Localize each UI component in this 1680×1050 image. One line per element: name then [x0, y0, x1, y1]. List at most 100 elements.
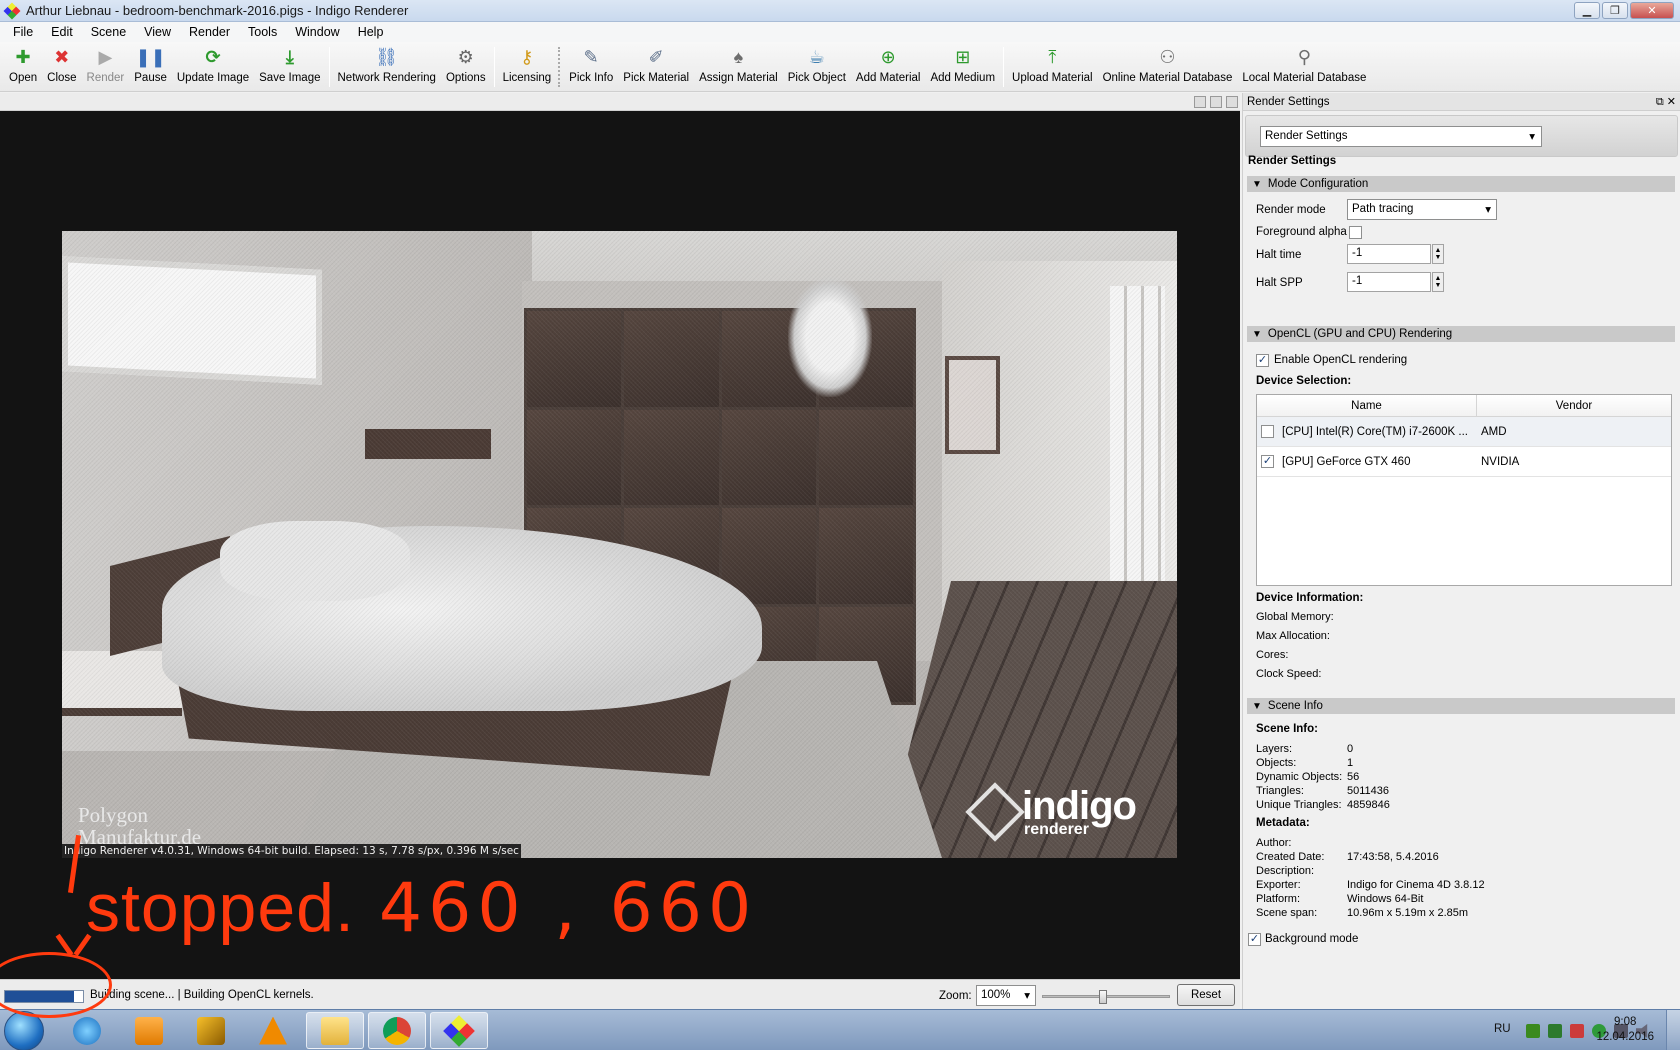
panel-title-bar: Render Settings ⧉ ✕	[1243, 93, 1680, 111]
device-checkbox[interactable]: ✓	[1261, 455, 1274, 468]
add-material-icon: ⊕	[880, 47, 896, 67]
panel-float-close-icons[interactable]: ⧉ ✕	[1656, 95, 1676, 109]
zoom-slider[interactable]	[1042, 990, 1170, 1004]
scene-info-section[interactable]: ▼ Scene Info	[1247, 698, 1675, 714]
taskbar-explorer[interactable]	[306, 1012, 364, 1049]
toolbar-grip[interactable]	[558, 47, 562, 87]
menu-file[interactable]: File	[4, 25, 42, 39]
halt-time-input[interactable]: -1	[1347, 244, 1431, 264]
device-information-label: Device Information:	[1256, 592, 1364, 604]
halt-spp-spinner[interactable]: ▲ ▼	[1432, 272, 1444, 292]
menu-window[interactable]: Window	[286, 25, 348, 39]
taskbar-chrome[interactable]	[368, 1012, 426, 1049]
add-medium-button[interactable]: ⊞ Add Medium	[925, 42, 1000, 90]
window-controls: ▁ ❐ ✕	[1574, 2, 1674, 19]
pause-button[interactable]: ❚❚ Pause	[129, 42, 172, 90]
taskbar-vlc[interactable]	[244, 1012, 302, 1049]
layers-value: 0	[1347, 743, 1354, 755]
render-mode-select[interactable]: Path tracing	[1347, 199, 1497, 220]
viewport-pin-icon[interactable]	[1226, 96, 1238, 108]
reset-zoom-button[interactable]: Reset	[1177, 984, 1235, 1006]
open-button[interactable]: ✚ Open	[4, 42, 42, 90]
minimize-button[interactable]: ▁	[1574, 2, 1600, 19]
licensing-button[interactable]: ⚷ Licensing	[498, 42, 557, 90]
viewport-move-icon[interactable]	[1210, 96, 1222, 108]
taskbar-internet-explorer[interactable]	[58, 1012, 116, 1049]
column-vendor[interactable]: Vendor	[1477, 395, 1671, 416]
pick-material-button[interactable]: ✐ Pick Material	[618, 42, 694, 90]
taskbar-media-player[interactable]	[120, 1012, 178, 1049]
device-checkbox[interactable]	[1261, 425, 1274, 438]
upload-material-button[interactable]: ⤒ Upload Material	[1007, 42, 1098, 90]
background-mode-checkbox[interactable]: ✓	[1248, 933, 1261, 946]
render-image[interactable]: Polygon Manufaktur.de indigo renderer	[62, 231, 1177, 858]
online-material-database-button[interactable]: ⚇ Online Material Database	[1098, 42, 1238, 90]
zoom-slider-thumb[interactable]	[1099, 990, 1108, 1004]
add-material-button[interactable]: ⊕ Add Material	[851, 42, 926, 90]
update-image-button[interactable]: ⟳ Update Image	[172, 42, 254, 90]
network-tray-icon[interactable]	[1548, 1024, 1562, 1038]
save-image-button[interactable]: ⤓ Save Image	[254, 42, 325, 90]
platform-value: Windows 64-Bit	[1347, 893, 1424, 905]
play-icon: ▶	[98, 47, 113, 67]
menu-edit[interactable]: Edit	[42, 25, 82, 39]
menu-bar: File Edit Scene View Render Tools Window…	[0, 22, 1680, 42]
local-material-database-button[interactable]: ⚲ Local Material Database	[1237, 42, 1371, 90]
pick-info-button[interactable]: ✎ Pick Info	[564, 42, 618, 90]
foreground-alpha-checkbox[interactable]	[1349, 226, 1362, 239]
device-row[interactable]: ✓ [GPU] GeForce GTX 460 NVIDIA	[1257, 447, 1671, 477]
close-scene-button[interactable]: ✖ Close	[42, 42, 81, 90]
exporter-value: Indigo for Cinema 4D 3.8.12	[1347, 879, 1485, 891]
clock[interactable]: 9:08 12.04.2016	[1596, 1015, 1654, 1045]
maximize-button[interactable]: ❐	[1602, 2, 1628, 19]
options-button[interactable]: ⚙ Options	[441, 42, 491, 90]
panel-selector-combo[interactable]: Render Settings	[1260, 126, 1542, 147]
opencl-section[interactable]: ▼ OpenCL (GPU and CPU) Rendering	[1247, 326, 1675, 342]
pick-info-icon: ✎	[583, 47, 599, 67]
menu-tools[interactable]: Tools	[239, 25, 286, 39]
plus-icon: ✚	[15, 47, 31, 67]
render-button[interactable]: ▶ Render	[82, 42, 130, 90]
dynamic-objects-value: 56	[1347, 771, 1360, 783]
pause-icon: ❚❚	[135, 47, 166, 67]
scene-span-label: Scene span:	[1256, 907, 1318, 919]
halt-spp-label: Halt SPP	[1256, 277, 1303, 289]
pick-object-button[interactable]: ☕ Pick Object	[783, 42, 851, 90]
exporter-label: Exporter:	[1256, 879, 1301, 891]
globe-icon: ⚇	[1159, 47, 1176, 67]
triangles-value: 5011436	[1347, 785, 1390, 797]
teapot-icon: ☕	[808, 47, 825, 67]
folder-icon	[321, 1016, 349, 1045]
media-player-icon	[135, 1016, 163, 1045]
device-row[interactable]: [CPU] Intel(R) Core(TM) i7-2600K ... AMD	[1257, 417, 1671, 447]
global-memory-label: Global Memory:	[1256, 611, 1334, 623]
title-bar: Arthur Liebnau - bedroom-benchmark-2016.…	[0, 0, 1680, 22]
network-rendering-button[interactable]: ⛓ Network Rendering	[333, 42, 441, 90]
nvidia-tray-icon[interactable]	[1526, 1024, 1540, 1038]
clock-speed-label: Clock Speed:	[1256, 668, 1322, 680]
halt-time-spinner[interactable]: ▲ ▼	[1432, 244, 1444, 264]
flag-tray-icon[interactable]	[1570, 1024, 1584, 1038]
enable-opencl-label: Enable OpenCL rendering	[1274, 354, 1408, 366]
menu-scene[interactable]: Scene	[82, 25, 135, 39]
author-label: Author:	[1256, 837, 1292, 849]
menu-render[interactable]: Render	[180, 25, 239, 39]
zoom-select[interactable]: 100%	[976, 985, 1036, 1006]
taskbar-winamp[interactable]	[182, 1012, 240, 1049]
database-icon: ⚲	[1297, 47, 1311, 67]
enable-opencl-checkbox[interactable]: ✓	[1256, 354, 1269, 367]
show-desktop-button[interactable]	[1666, 1010, 1680, 1050]
unique-triangles-value: 4859846	[1347, 799, 1390, 811]
viewport-restore-icon[interactable]	[1194, 96, 1206, 108]
menu-help[interactable]: Help	[349, 25, 393, 39]
assign-material-button[interactable]: ♠ Assign Material	[694, 42, 783, 90]
taskbar-indigo-renderer[interactable]	[430, 1012, 488, 1049]
close-window-button[interactable]: ✕	[1630, 2, 1674, 19]
mode-configuration-section[interactable]: ▼ Mode Configuration	[1247, 176, 1675, 192]
language-indicator[interactable]: RU	[1494, 1023, 1511, 1035]
halt-spp-input[interactable]: -1	[1347, 272, 1431, 292]
column-name[interactable]: Name	[1257, 395, 1477, 416]
scene-info-label: Scene Info:	[1256, 723, 1318, 735]
render-viewport[interactable]: Polygon Manufaktur.de indigo renderer In…	[0, 111, 1240, 979]
menu-view[interactable]: View	[135, 25, 180, 39]
